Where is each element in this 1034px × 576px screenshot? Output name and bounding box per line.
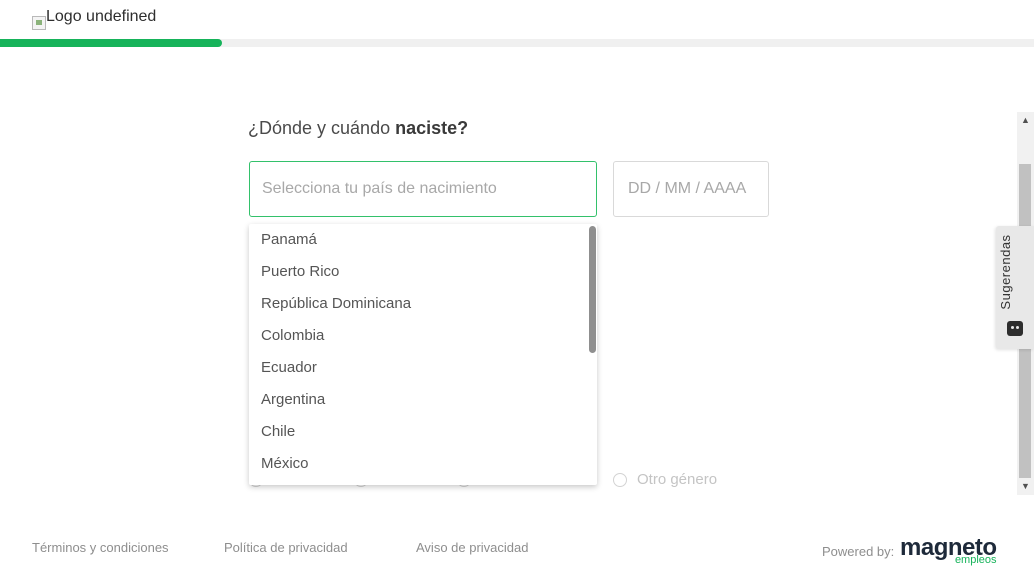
birth-date-input[interactable] [613, 161, 769, 217]
country-option[interactable]: Puerto Rico [249, 256, 597, 288]
question-prefix: ¿Dónde y cuándo [248, 118, 396, 138]
magneto-logo[interactable]: magneto empleos [900, 536, 997, 570]
powered-by-label: Powered by: [822, 544, 895, 559]
logo-alt-text: Logo undefined [46, 8, 157, 25]
country-option[interactable]: Chile [249, 416, 597, 448]
country-dropdown[interactable]: Panamá Puerto Rico República Dominicana Col… [249, 224, 597, 485]
dropdown-scrollbar-thumb[interactable] [589, 226, 596, 353]
logo: Logo undefined [32, 8, 156, 30]
country-option[interactable]: Ecuador [249, 352, 597, 384]
country-options-list: Panamá Puerto Rico República Dominicana Col… [249, 224, 597, 480]
scroll-down-arrow-icon[interactable]: ▼ [1017, 478, 1034, 495]
progress-bar-fill [0, 39, 223, 47]
gender-label-other: Otro género [637, 471, 718, 488]
terms-link[interactable]: Términos y condiciones [32, 540, 169, 555]
privacy-policy-link[interactable]: Política de privacidad [224, 540, 348, 555]
birth-country-input[interactable] [249, 161, 597, 217]
privacy-notice-link[interactable]: Aviso de privacidad [416, 540, 529, 555]
country-option[interactable]: Panamá [249, 224, 597, 256]
country-option[interactable]: Colombia [249, 320, 597, 352]
progress-bar [0, 39, 1034, 47]
question-bold: naciste? [395, 118, 469, 138]
gender-radio-other[interactable] [613, 473, 627, 487]
suggestions-tab[interactable]: Sugerendas [996, 226, 1034, 349]
country-option[interactable]: México [249, 448, 597, 480]
country-option[interactable]: República Dominicana [249, 288, 597, 320]
question-title: ¿Dónde y cuándo naciste? [248, 118, 468, 139]
smiley-face-icon [1007, 321, 1023, 336]
broken-image-icon [32, 16, 46, 30]
country-option[interactable]: Argentina [249, 384, 597, 416]
brand-sub: empleos [954, 554, 997, 566]
suggestions-tab-label: Sugerendas [998, 234, 1013, 310]
scroll-up-arrow-icon[interactable]: ▲ [1017, 112, 1034, 129]
